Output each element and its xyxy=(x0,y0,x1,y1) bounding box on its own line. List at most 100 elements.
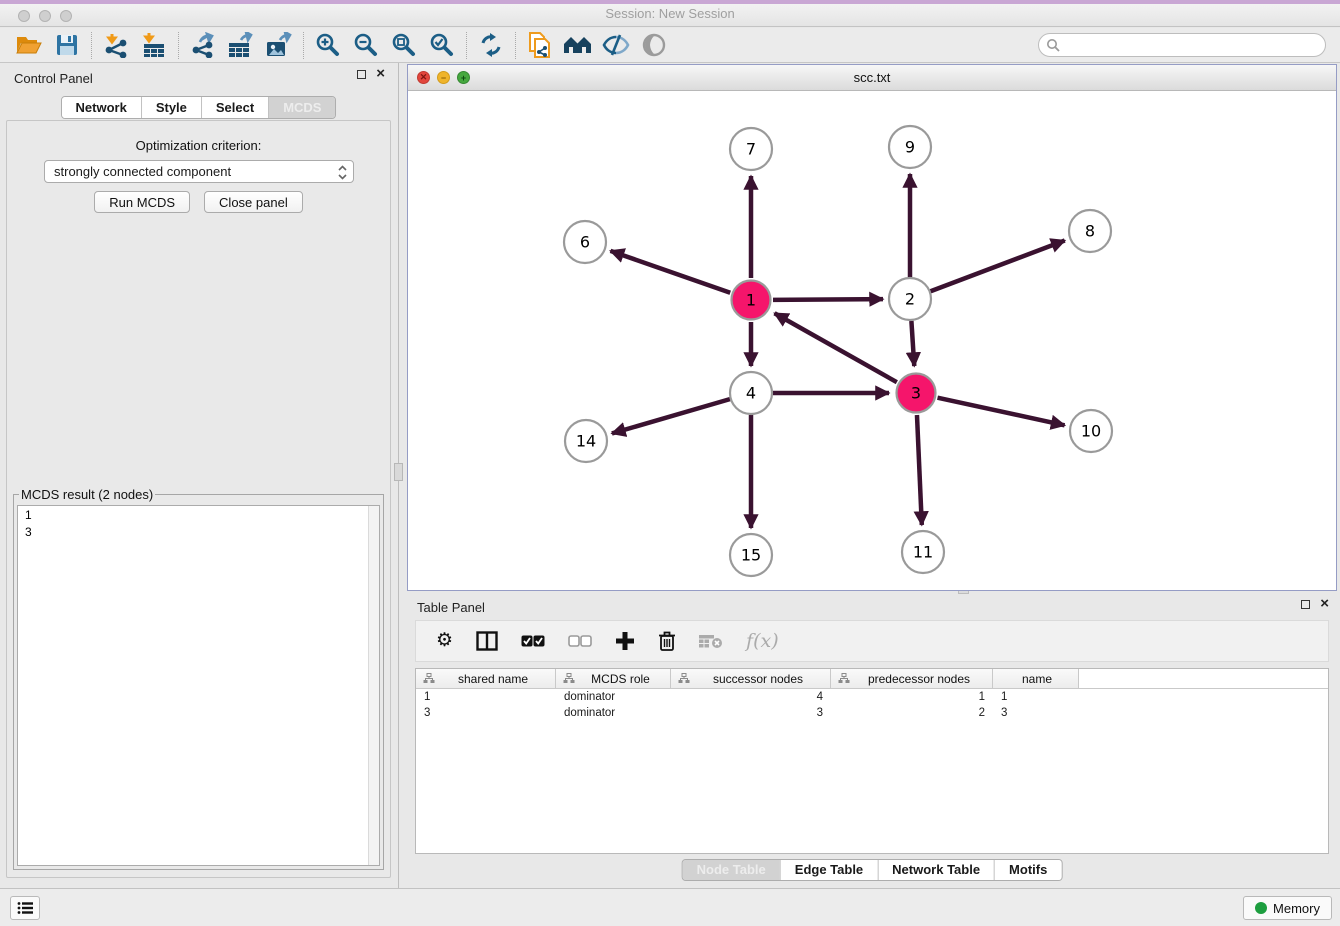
graph-edge-2-8[interactable] xyxy=(931,241,1065,292)
delete-table-icon[interactable] xyxy=(699,633,723,649)
save-session-icon[interactable] xyxy=(48,30,86,60)
graph-node-label: 3 xyxy=(911,384,921,403)
table-row[interactable]: 3dominator323 xyxy=(416,705,1328,721)
open-session-icon[interactable] xyxy=(10,30,48,60)
mcds-result-title: MCDS result (2 nodes) xyxy=(19,487,155,502)
network-maximize-button[interactable]: + xyxy=(457,71,470,84)
show-graphics-icon[interactable] xyxy=(635,30,673,60)
node-table[interactable]: shared name MCDS role successor nodes prede… xyxy=(415,668,1329,854)
delete-column-icon[interactable] xyxy=(658,631,676,652)
memory-status-icon xyxy=(1255,902,1267,914)
table-cell[interactable]: 1 xyxy=(416,689,556,705)
column-header[interactable]: successor nodes xyxy=(671,669,831,688)
table-settings-icon[interactable]: ⚙ xyxy=(436,631,453,651)
memory-button[interactable]: Memory xyxy=(1243,896,1332,920)
tab-mcds[interactable]: MCDS xyxy=(268,97,335,118)
apply-function-icon[interactable]: f(x) xyxy=(746,630,779,652)
graph-edge-4-14[interactable] xyxy=(612,399,730,433)
table-cell[interactable]: 1 xyxy=(831,689,993,705)
export-network-icon[interactable] xyxy=(184,30,222,60)
node-table-header: shared name MCDS role successor nodes prede… xyxy=(416,669,1328,689)
table-cell[interactable]: 4 xyxy=(671,689,831,705)
import-table-icon[interactable] xyxy=(135,30,173,60)
toolbar-separator xyxy=(303,32,304,59)
table-cell[interactable]: dominator xyxy=(556,689,671,705)
column-header[interactable]: shared name xyxy=(416,669,556,688)
criterion-value: strongly connected component xyxy=(54,164,231,179)
zoom-out-icon[interactable] xyxy=(347,30,385,60)
app-titlebar: Session: New Session xyxy=(0,0,1340,27)
toggle-panes-icon[interactable] xyxy=(476,631,498,651)
graph-node-label: 14 xyxy=(576,432,596,451)
add-column-icon[interactable] xyxy=(615,631,635,651)
tab-network-table[interactable]: Network Table xyxy=(877,860,994,880)
clone-network-icon[interactable] xyxy=(521,30,559,60)
tab-motifs[interactable]: Motifs xyxy=(994,860,1061,880)
float-panel-icon[interactable] xyxy=(357,70,366,79)
network-window-titlebar[interactable]: ✕ − + scc.txt xyxy=(408,65,1336,91)
tab-edge-table[interactable]: Edge Table xyxy=(780,860,877,880)
zoom-in-icon[interactable] xyxy=(309,30,347,60)
panel-divider-handle[interactable] xyxy=(394,463,403,481)
table-panel: Table Panel × ⚙ xyxy=(407,596,1337,888)
graph-node-label: 7 xyxy=(746,140,756,159)
import-network-icon[interactable] xyxy=(97,30,135,60)
graph-edge-2-3[interactable] xyxy=(911,321,914,366)
network-close-button[interactable]: ✕ xyxy=(417,71,430,84)
mcds-result-box: 1 3 xyxy=(17,505,380,866)
graph-edge-3-11[interactable] xyxy=(917,415,922,525)
column-type-icon xyxy=(423,673,435,684)
table-cell[interactable]: dominator xyxy=(556,705,671,721)
table-cell[interactable]: 3 xyxy=(671,705,831,721)
column-header-label: shared name xyxy=(435,672,551,686)
export-table-icon[interactable] xyxy=(222,30,260,60)
home-view-icon[interactable] xyxy=(559,30,597,60)
mcds-result-fieldset: MCDS result (2 nodes) 1 3 xyxy=(13,487,384,870)
zoom-fit-icon[interactable] xyxy=(385,30,423,60)
task-history-button[interactable] xyxy=(10,896,40,920)
list-icon xyxy=(17,901,33,915)
optimization-criterion-label: Optimization criterion: xyxy=(7,138,390,153)
table-cell[interactable]: 1 xyxy=(993,689,1079,705)
zoom-selected-icon[interactable] xyxy=(423,30,461,60)
network-graph[interactable]: 7968124314101511 xyxy=(408,92,1336,590)
close-panel-icon[interactable]: × xyxy=(376,69,385,79)
column-header[interactable]: MCDS role xyxy=(556,669,671,688)
graph-edge-3-10[interactable] xyxy=(937,398,1064,426)
network-minimize-button[interactable]: − xyxy=(437,71,450,84)
toolbar-separator xyxy=(515,32,516,59)
graph-edge-1-2[interactable] xyxy=(773,299,883,300)
column-header[interactable]: name xyxy=(993,669,1079,688)
column-header-label: MCDS role xyxy=(575,672,666,686)
graph-edge-3-1[interactable] xyxy=(775,313,897,382)
tab-node-table[interactable]: Node Table xyxy=(683,860,780,880)
select-all-icon[interactable] xyxy=(521,635,545,647)
column-header[interactable]: predecessor nodes xyxy=(831,669,993,688)
toolbar-separator xyxy=(466,32,467,59)
close-panel-button[interactable]: Close panel xyxy=(204,191,303,213)
table-cell[interactable]: 3 xyxy=(993,705,1079,721)
graph-edge-1-6[interactable] xyxy=(610,251,730,293)
memory-label: Memory xyxy=(1273,901,1320,916)
refresh-view-icon[interactable] xyxy=(472,30,510,60)
main-toolbar xyxy=(0,28,1340,63)
criterion-select[interactable]: strongly connected component xyxy=(44,160,354,183)
column-header-label: successor nodes xyxy=(690,672,826,686)
table-cell[interactable]: 2 xyxy=(831,705,993,721)
export-image-icon[interactable] xyxy=(260,30,298,60)
column-type-icon xyxy=(838,673,850,684)
hide-style-icon[interactable] xyxy=(597,30,635,60)
table-cell[interactable]: 3 xyxy=(416,705,556,721)
float-table-panel-icon[interactable] xyxy=(1301,600,1310,609)
close-table-panel-icon[interactable]: × xyxy=(1320,599,1329,609)
tab-select[interactable]: Select xyxy=(201,97,268,118)
search-input[interactable] xyxy=(1038,33,1326,57)
tab-network[interactable]: Network xyxy=(62,97,141,118)
table-row[interactable]: 1dominator411 xyxy=(416,689,1328,705)
deselect-all-icon[interactable] xyxy=(568,635,592,647)
run-mcds-button[interactable]: Run MCDS xyxy=(94,191,190,213)
graph-node-label: 11 xyxy=(913,543,933,562)
tab-style[interactable]: Style xyxy=(141,97,201,118)
result-scrollbar[interactable] xyxy=(368,506,379,865)
toolbar-separator xyxy=(91,32,92,59)
